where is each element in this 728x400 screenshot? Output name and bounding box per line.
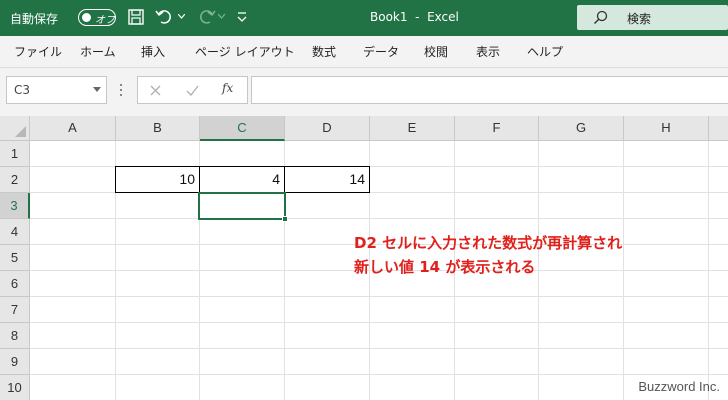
row-header-8[interactable]: 8	[0, 323, 30, 349]
gridline	[30, 296, 728, 297]
row-header-7[interactable]: 7	[0, 297, 30, 323]
redo-dropdown-icon[interactable]	[218, 14, 225, 19]
column-header-a[interactable]: A	[30, 116, 116, 141]
tab-file[interactable]: ファイル	[14, 43, 62, 60]
column-header-g[interactable]: G	[539, 116, 624, 141]
title-bar: 自動保存 オフ Book1 - Excel 検索	[0, 0, 728, 36]
cancel-icon[interactable]	[150, 85, 161, 96]
autosave-toggle[interactable]: オフ	[78, 9, 116, 26]
search-box[interactable]: 検索	[577, 5, 728, 30]
annotation-line-1: D2 セルに入力された数式が再計算され	[354, 234, 623, 252]
tab-help[interactable]: ヘルプ	[527, 43, 563, 60]
search-icon	[594, 10, 608, 24]
toggle-knob	[82, 13, 91, 22]
watermark: Buzzword Inc.	[638, 379, 720, 394]
cell-b2[interactable]: 10	[115, 166, 200, 193]
redo-icon[interactable]	[196, 8, 218, 26]
formula-input[interactable]	[251, 76, 728, 104]
column-header-f[interactable]: F	[455, 116, 539, 141]
annotation-note: D2 セルに入力された数式が再計算され 新しい値 14 が表示される	[354, 231, 622, 279]
column-header-d[interactable]: D	[285, 116, 370, 141]
gridline	[30, 348, 728, 349]
enter-check-icon[interactable]	[186, 85, 199, 96]
gridline	[30, 218, 728, 219]
row-header-3[interactable]: 3	[0, 193, 30, 219]
document-title: Book1 - Excel	[370, 10, 459, 24]
row-header-5[interactable]: 5	[0, 245, 30, 271]
row-header-10[interactable]: 10	[0, 375, 30, 400]
column-header-partial[interactable]	[709, 116, 728, 141]
column-header-h[interactable]: H	[624, 116, 709, 141]
tab-data[interactable]: データ	[363, 43, 399, 60]
fill-handle[interactable]	[282, 216, 288, 222]
name-box-value: C3	[14, 83, 31, 97]
cell-c2[interactable]: 4	[199, 166, 285, 193]
autosave-label: 自動保存	[10, 12, 59, 26]
active-cell-c3[interactable]	[198, 192, 286, 220]
column-header-b[interactable]: B	[116, 116, 200, 141]
tab-home[interactable]: ホーム	[80, 43, 116, 60]
row-header-1[interactable]: 1	[0, 141, 30, 167]
gridline	[30, 322, 728, 323]
tab-review[interactable]: 校閲	[424, 43, 448, 60]
undo-icon[interactable]	[155, 8, 177, 26]
cell-d2[interactable]: 14	[284, 166, 370, 193]
cell-area[interactable]: 10 4 14 D2 セルに入力された数式が再計算され 新しい値 14 が表示さ…	[30, 141, 728, 400]
name-box[interactable]: C3	[6, 76, 107, 104]
formula-bar-splitter-icon[interactable]	[119, 84, 123, 98]
autosave-state: オフ	[95, 15, 115, 26]
search-label: 検索	[627, 12, 652, 26]
column-header-c[interactable]: C	[200, 116, 285, 141]
row-header-4[interactable]: 4	[0, 219, 30, 245]
row-header-9[interactable]: 9	[0, 349, 30, 375]
tab-view[interactable]: 表示	[476, 43, 500, 60]
undo-dropdown-icon[interactable]	[178, 14, 185, 19]
tab-page-layout[interactable]: ページ レイアウト	[195, 43, 295, 60]
select-all-button[interactable]	[0, 116, 30, 141]
row-header-6[interactable]: 6	[0, 271, 30, 297]
insert-function-icon[interactable]: fx	[222, 81, 233, 95]
tab-insert[interactable]: 挿入	[141, 43, 165, 60]
name-box-dropdown-icon[interactable]	[93, 87, 101, 92]
worksheet-grid: A B C D E F G H 1 2 3 4 5 6 7 8 9 10 10 …	[0, 116, 728, 400]
customize-toolbar-icon[interactable]	[237, 11, 247, 23]
row-header-2[interactable]: 2	[0, 167, 30, 193]
gridline	[30, 374, 728, 375]
formula-buttons: fx	[137, 76, 248, 104]
annotation-line-2: 新しい値 14 が表示される	[354, 258, 536, 276]
column-header-e[interactable]: E	[370, 116, 455, 141]
save-icon[interactable]	[127, 8, 145, 26]
ribbon-tabs: ファイル ホーム 挿入 ページ レイアウト 数式 データ 校閲 表示 ヘルプ	[0, 36, 728, 68]
tab-formulas[interactable]: 数式	[312, 43, 336, 60]
